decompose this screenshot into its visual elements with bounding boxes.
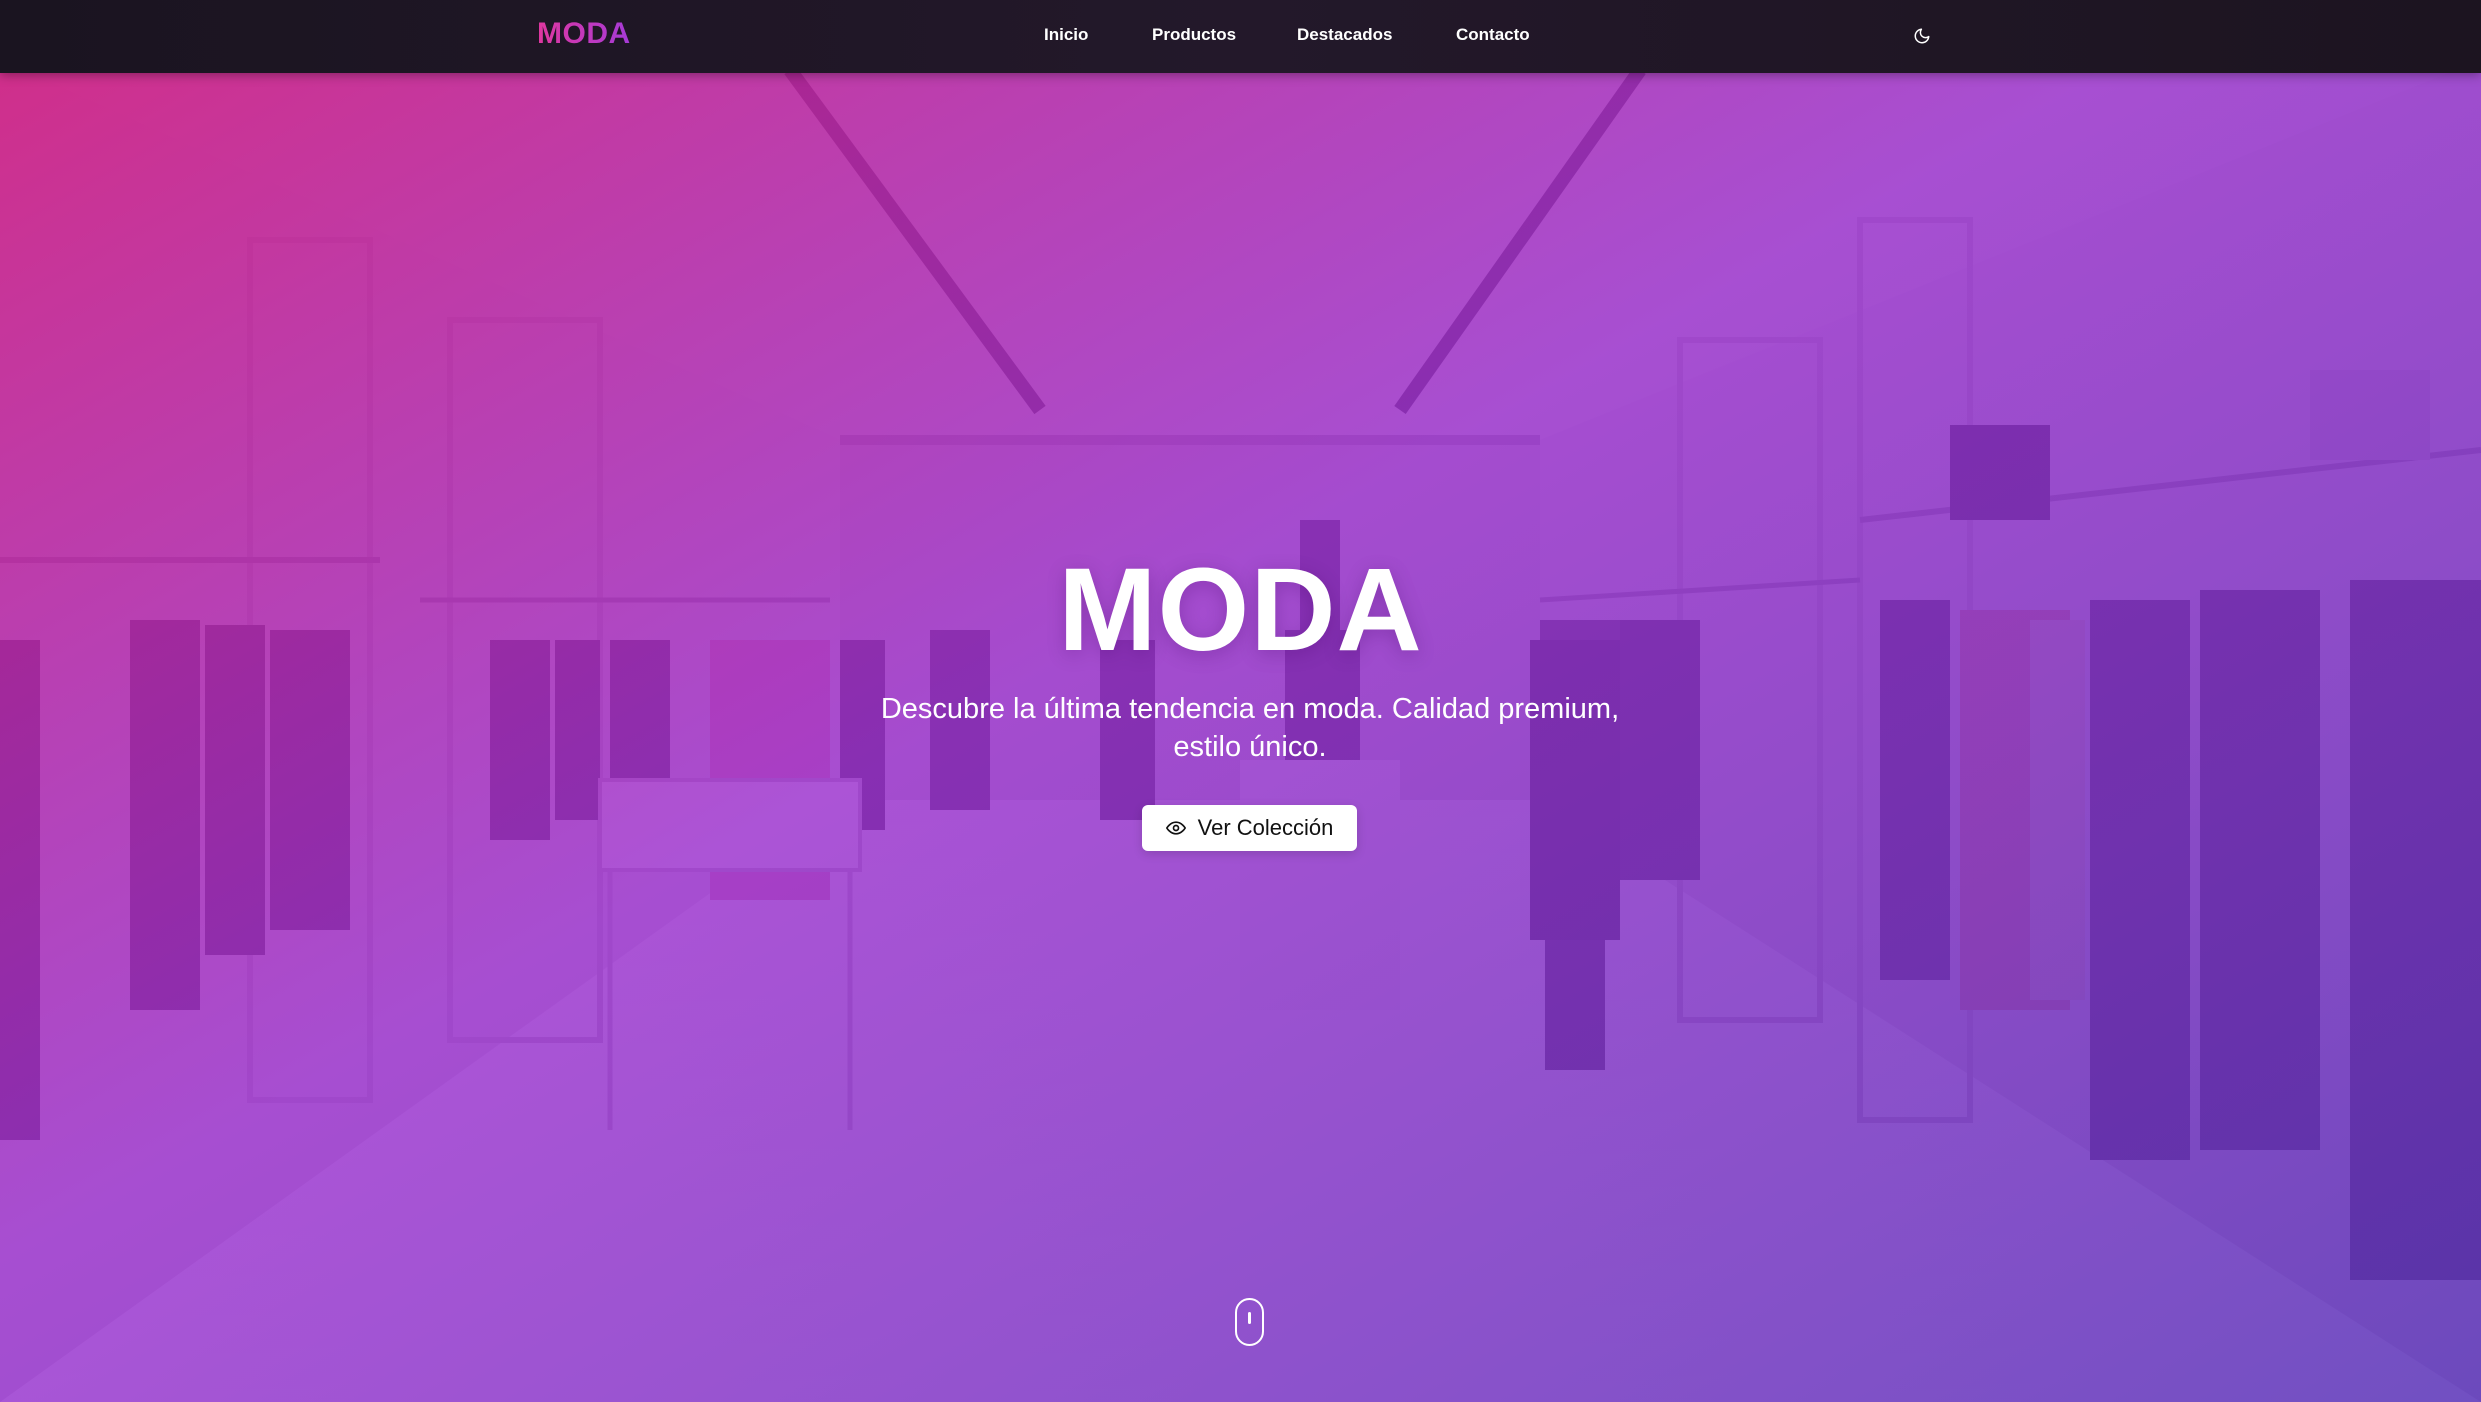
hero-subtitle: Descubre la última tendencia en moda. Ca… xyxy=(880,693,1620,763)
nav-link-productos[interactable]: Productos xyxy=(1152,25,1236,45)
nav-links: Inicio Productos Destacados Contacto xyxy=(0,25,2481,47)
scroll-wheel xyxy=(1248,1312,1251,1324)
nav-link-destacados[interactable]: Destacados xyxy=(1297,25,1392,45)
hero-section: MODA Descubre la última tendencia en mod… xyxy=(0,0,2481,1402)
hero-title: MODA xyxy=(1058,544,1423,676)
mouse-scroll-icon[interactable] xyxy=(1235,1298,1264,1346)
nav-link-contacto[interactable]: Contacto xyxy=(1456,25,1530,45)
nav-link-inicio[interactable]: Inicio xyxy=(1044,25,1088,45)
navbar: MODA Inicio Productos Destacados Contact… xyxy=(0,0,2481,73)
theme-toggle-button[interactable] xyxy=(1908,22,1936,50)
eye-icon xyxy=(1165,818,1186,838)
view-collection-button[interactable]: Ver Colección xyxy=(1142,805,1357,851)
view-collection-label: Ver Colección xyxy=(1197,815,1334,840)
moon-icon xyxy=(1914,28,1930,44)
page: MODA Inicio Productos Destacados Contact… xyxy=(0,0,2481,1402)
